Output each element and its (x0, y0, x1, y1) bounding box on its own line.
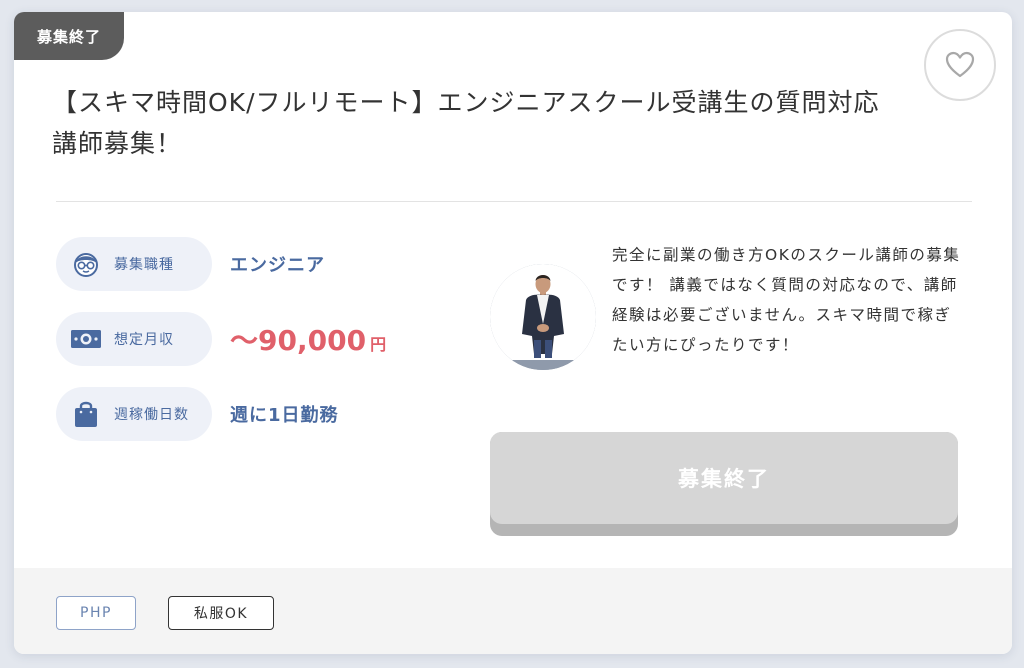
apply-button[interactable]: 募集終了 (490, 432, 958, 536)
info-row-job-type: 募集職種 エンジニア (56, 237, 325, 291)
job-type-label: 募集職種 (114, 257, 174, 273)
info-row-working-days: 週稼働日数 週に1日勤務 (56, 387, 339, 441)
tag-php[interactable]: PHP (56, 596, 136, 630)
salary-label: 想定月収 (114, 332, 174, 348)
salary-pill: 想定月収 (56, 312, 212, 366)
instructor-avatar (490, 264, 596, 370)
shopping-bag-icon (70, 398, 102, 430)
divider (56, 201, 972, 202)
salary-unit: 円 (370, 335, 387, 354)
working-days-value: 週に1日勤務 (230, 405, 339, 426)
working-days-pill: 週稼働日数 (56, 387, 212, 441)
apply-button-label: 募集終了 (490, 432, 958, 524)
heart-icon (945, 51, 975, 78)
banknote-icon (70, 323, 102, 355)
salary-amount: 〜90,000 (230, 324, 367, 357)
job-title[interactable]: 【スキマ時間OK/フルリモート】エンジニアスクール受講生の質問対応講師募集！ (52, 82, 902, 164)
info-row-salary: 想定月収 〜90,000 円 (56, 312, 386, 366)
job-card[interactable]: 募集終了 【スキマ時間OK/フルリモート】エンジニアスクール受講生の質問対応講師… (14, 12, 1012, 654)
salary-value: 〜90,000 円 (230, 319, 386, 359)
person-glasses-icon (70, 248, 102, 280)
job-type-value: エンジニア (230, 255, 325, 276)
working-days-label: 週稼働日数 (114, 407, 189, 423)
tag-casual-clothes[interactable]: 私服OK (168, 596, 274, 630)
job-description: 完全に副業の働き方OKのスクール講師の募集です！ 講義ではなく質問の対応なので、… (612, 246, 961, 354)
favorite-button[interactable] (924, 29, 996, 101)
tag-footer: PHP 私服OK (14, 568, 1012, 654)
job-type-pill: 募集職種 (56, 237, 212, 291)
status-ribbon: 募集終了 (14, 12, 124, 60)
